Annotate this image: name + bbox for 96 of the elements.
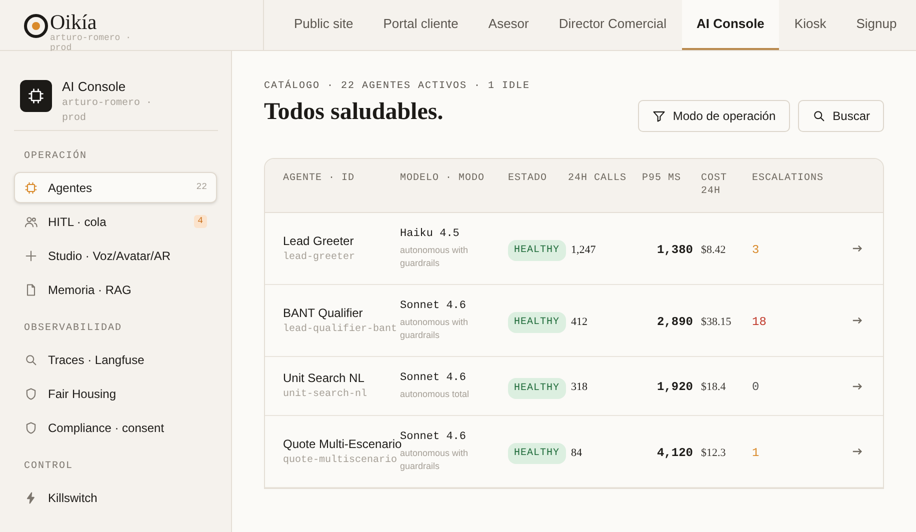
people-icon [24, 214, 38, 228]
filter-button[interactable]: Modo de operación [638, 100, 790, 132]
escalation-count: 18 [752, 314, 766, 328]
count-label: 22 [196, 180, 207, 194]
column-header: AGENTE · ID [283, 172, 356, 185]
p95-latency: 1,920 [656, 380, 693, 394]
column-header: COST 24H [701, 172, 728, 198]
page-title: Todos saludables. [264, 98, 444, 126]
nav-tab[interactable]: Signup [841, 0, 912, 50]
cost-value: $8.42 [701, 244, 726, 256]
brand-name: Oikía [50, 11, 98, 33]
column-header: MODELO · MODO [400, 172, 486, 185]
arrow-right-icon[interactable] [852, 380, 863, 392]
status-badge: HEALTHY [508, 240, 566, 261]
sidebar-label: Agentes [48, 180, 94, 196]
agent-id: lead-qualifier-bant [283, 324, 398, 336]
console-subtitle: arturo-romero · prod [62, 97, 154, 126]
agent-mode: autonomous with guardrails [400, 244, 470, 270]
agent-mode: autonomous with guardrails [400, 316, 470, 342]
sidebar-item[interactable]: Traces · Langfuse [14, 344, 217, 375]
agent-name: Unit Search NL [283, 371, 366, 385]
chip-icon [27, 87, 45, 105]
sidebar-item[interactable]: HITL · cola 4 [14, 206, 217, 237]
sidebar-label: Memoria · RAG [48, 282, 132, 298]
cost-value: $12.3 [701, 446, 726, 458]
chip-icon [24, 180, 38, 194]
console-title: AI Console [62, 78, 127, 96]
arrow-right-icon[interactable] [852, 446, 863, 457]
sidebar-item[interactable]: Memoria · RAG [14, 274, 217, 305]
plus-icon [24, 248, 38, 262]
sidebar-label: Fair Housing [48, 386, 118, 402]
sidebar-label: Killswitch [48, 490, 98, 506]
nav-tab[interactable]: Asesor [473, 0, 544, 50]
section-heading: CONTROL [23, 460, 74, 474]
calls-count: 412 [571, 316, 588, 328]
search-icon [24, 352, 38, 366]
agent-id: quote-multiscenario [283, 454, 398, 466]
sidebar-item[interactable]: Killswitch [14, 482, 217, 513]
status-badge: HEALTHY [508, 443, 566, 464]
p95-latency: 4,120 [656, 446, 693, 460]
column-header: P95 MS [642, 172, 682, 185]
nav-tab[interactable]: Kiosk [779, 0, 842, 50]
sidebar-item[interactable]: Agentes 22 [14, 172, 217, 203]
agent-mode: autonomous with guardrails [400, 448, 470, 473]
calls-count: 1,247 [571, 244, 596, 256]
filter-icon [652, 109, 666, 123]
section-heading: OPERACIÓN [23, 149, 88, 164]
p95-latency: 2,890 [656, 314, 693, 328]
model-name: Sonnet 4.6 [400, 299, 468, 313]
search-icon [812, 109, 826, 123]
sidebar-label: Traces · Langfuse [48, 352, 146, 368]
model-name: Sonnet 4.6 [400, 371, 468, 385]
sidebar-label: Studio · Voz/Avatar/AR [48, 248, 172, 264]
shield-icon [24, 420, 38, 434]
sidebar-label: HITL · cola [48, 214, 108, 230]
agent-row[interactable]: Lead Greeter lead-greeter Haiku 4.5 autonomous with guardrails HEALTHY 1,247 1,380 $8.42 3 [265, 213, 883, 285]
p95-latency: 1,380 [656, 242, 693, 256]
document-icon [24, 282, 38, 296]
nav-tab[interactable]: AI Console [682, 0, 780, 50]
sidebar-item[interactable]: Compliance · consent [14, 412, 217, 443]
nav-tab[interactable]: Public site [279, 0, 368, 50]
sidebar-item[interactable]: Studio · Voz/Avatar/AR [14, 240, 217, 271]
column-header: 24H CALLS [568, 172, 628, 185]
status-badge: HEALTHY [508, 312, 566, 333]
nav-tab[interactable]: Portal cliente [368, 0, 474, 50]
sidebar-item[interactable]: Fair Housing [14, 378, 217, 409]
search-button[interactable]: Buscar [798, 100, 884, 132]
brand-subtitle: arturo-romero · prod [50, 33, 132, 53]
section-heading: OBSERVABILIDAD [23, 322, 124, 336]
count-badge: 4 [194, 214, 207, 228]
agent-row[interactable]: Unit Search NL unit-search-nl Sonnet 4.6 autonomous total HEALTHY 318 1,920 $18.4 0 [265, 357, 883, 416]
nav-tab[interactable]: Director Comercial [544, 0, 682, 50]
logo-icon [24, 14, 48, 38]
sidebar-label: Compliance · consent [48, 420, 166, 436]
arrow-right-icon[interactable] [852, 315, 863, 326]
shield-icon [24, 386, 38, 400]
calls-count: 84 [571, 446, 582, 458]
agent-mode: autonomous total [400, 388, 470, 401]
column-header: ESTADO [508, 172, 548, 185]
column-header: ESCALATIONS [752, 172, 825, 185]
agent-id: lead-greeter [283, 252, 356, 264]
agent-id: unit-search-nl [283, 389, 368, 401]
arrow-right-icon[interactable] [852, 243, 863, 254]
agent-name: BANT Qualifier [283, 306, 364, 320]
model-name: Haiku 4.5 [400, 227, 460, 241]
model-name: Sonnet 4.6 [400, 430, 468, 443]
escalation-count: 1 [752, 446, 760, 460]
cost-value: $18.4 [701, 381, 726, 393]
catalog-summary: CATÁLOGO · 22 AGENTES ACTIVOS · 1 IDLE [264, 80, 532, 94]
escalation-count: 0 [752, 380, 760, 394]
escalation-count: 3 [752, 242, 760, 256]
cost-value: $38.15 [701, 316, 732, 328]
status-badge: HEALTHY [508, 378, 566, 398]
calls-count: 318 [571, 381, 588, 393]
agent-name: Quote Multi-Escenario [283, 436, 400, 450]
agent-name: Lead Greeter [283, 234, 355, 248]
